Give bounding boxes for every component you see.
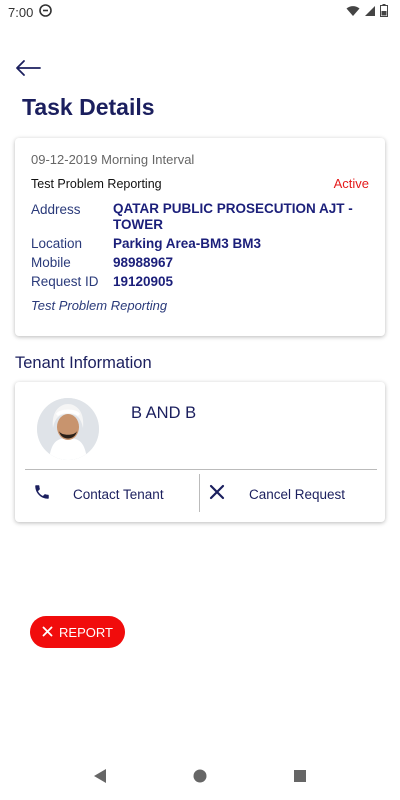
task-date-interval: 09-12-2019 Morning Interval [31,152,195,167]
request-id-value: 19120905 [113,274,174,289]
tenant-section-title: Tenant Information [15,354,152,372]
mobile-value: 98988967 [113,255,174,270]
divider-vertical [199,474,200,512]
contact-tenant-button[interactable]: Contact Tenant [33,474,195,514]
tenant-name: B AND B [131,404,197,422]
close-icon [42,625,53,640]
location-label: Location [31,236,83,251]
address-value: QATAR PUBLIC PROSECUTION AJT - TOWER [113,201,353,232]
request-id-row: Request ID 19120905 [31,273,369,290]
status-left: 7:00 [8,4,53,20]
status-bar: 7:00 [0,0,400,24]
task-title: Test Problem Reporting [31,176,162,191]
task-card: 09-12-2019 Morning Interval Test Problem… [15,138,385,336]
tenant-card: B AND B Contact Tenant Cancel Request [15,382,385,522]
address-label: Address [31,202,81,217]
avatar [37,398,99,460]
battery-icon [380,4,388,20]
back-arrow-icon[interactable] [14,54,42,82]
report-label: REPORT [59,624,113,640]
phone-icon [33,483,51,506]
location-row: Location Parking Area-BM3 BM3 [31,235,369,252]
vpn-icon [39,4,53,20]
signal-icon [364,5,376,20]
mobile-label: Mobile [31,255,71,270]
nav-back-icon[interactable] [90,766,110,786]
address-row: Address QATAR PUBLIC PROSECUTION AJT - T… [31,201,369,233]
close-icon [209,484,225,505]
task-note: Test Problem Reporting [31,298,168,313]
contact-tenant-label: Contact Tenant [73,486,164,502]
status-time: 7:00 [8,4,34,20]
status-right [346,4,388,20]
report-button[interactable]: REPORT [30,616,125,648]
page-title: Task Details [22,94,155,120]
nav-recents-icon[interactable] [290,766,310,786]
cancel-request-label: Cancel Request [249,486,346,502]
location-value: Parking Area-BM3 BM3 [113,236,262,251]
status-badge: Active [333,176,369,191]
request-id-label: Request ID [31,274,99,289]
task-header: Test Problem Reporting Active [31,176,369,191]
mobile-row: Mobile 98988967 [31,254,369,271]
wifi-icon [346,5,360,20]
divider [25,469,377,470]
nav-home-icon[interactable] [190,766,210,786]
system-nav-bar [0,752,400,800]
cancel-request-button[interactable]: Cancel Request [209,474,375,514]
